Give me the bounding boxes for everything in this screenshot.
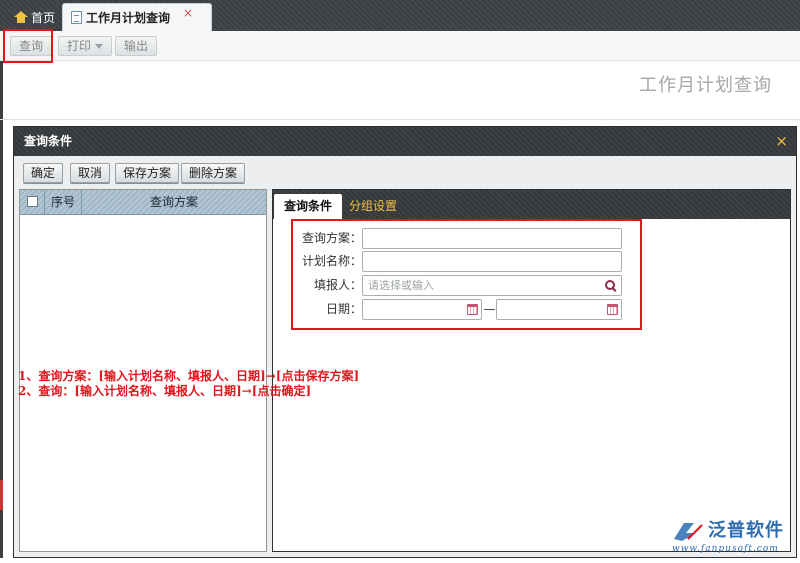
toolbar: 查询 打印 输出: [0, 31, 800, 61]
watermark-url: www.fanpusoft.com: [672, 544, 779, 554]
query-conditions-dialog: 查询条件 × 确定 取消 保存方案 删除方案 序号 查询方案 查询条件 分组设置…: [13, 126, 797, 558]
page-title: 工作月计划查询: [639, 75, 772, 96]
instruction-note-2: 2、查询：[输入计划名称、填报人、日期]→[点击确定]: [18, 384, 312, 398]
document-icon: [71, 11, 82, 24]
brand-logo-icon: [674, 523, 703, 541]
left-edge-marker: [0, 480, 3, 510]
print-button[interactable]: 打印: [58, 36, 113, 56]
delete-scheme-button[interactable]: 删除方案: [181, 163, 246, 183]
select-all-checkbox[interactable]: [26, 196, 38, 207]
save-scheme-button[interactable]: 保存方案: [115, 163, 180, 183]
cancel-button[interactable]: 取消: [70, 163, 111, 183]
print-button-label: 打印: [67, 39, 92, 53]
export-button[interactable]: 输出: [115, 36, 158, 56]
tab-home[interactable]: 首页: [6, 3, 63, 31]
watermark-brand: 泛普软件: [708, 520, 784, 541]
tab-query-conditions[interactable]: 查询条件: [274, 194, 343, 219]
dropdown-caret-icon: [95, 43, 104, 49]
home-icon: [14, 11, 28, 23]
ok-button[interactable]: 确定: [23, 163, 64, 183]
tab-home-label: 首页: [31, 10, 56, 25]
top-tab-bar: 首页 工作月计划查询 ×: [0, 0, 800, 31]
close-icon[interactable]: ×: [183, 6, 193, 20]
dialog-close-icon[interactable]: ×: [775, 127, 788, 156]
dialog-title: 查询条件: [24, 134, 73, 148]
tab-monthly-plan-query[interactable]: 工作月计划查询 ×: [62, 3, 212, 31]
query-button-highlight: [3, 29, 53, 63]
tab-group-settings[interactable]: 分组设置: [339, 194, 407, 219]
export-button-label: 输出: [124, 39, 149, 53]
col-header-seq[interactable]: 序号: [45, 190, 82, 215]
grid-line: [0, 119, 800, 120]
form-highlight: [291, 219, 642, 330]
conditions-tab-bar: 查询条件 分组设置: [273, 190, 790, 219]
scheme-list-header: 序号 查询方案: [20, 190, 266, 215]
tab-active-label: 工作月计划查询: [86, 11, 171, 25]
col-header-scheme[interactable]: 查询方案: [82, 190, 266, 215]
dialog-header: 查询条件 ×: [14, 127, 796, 156]
select-all-cell: [20, 190, 45, 215]
